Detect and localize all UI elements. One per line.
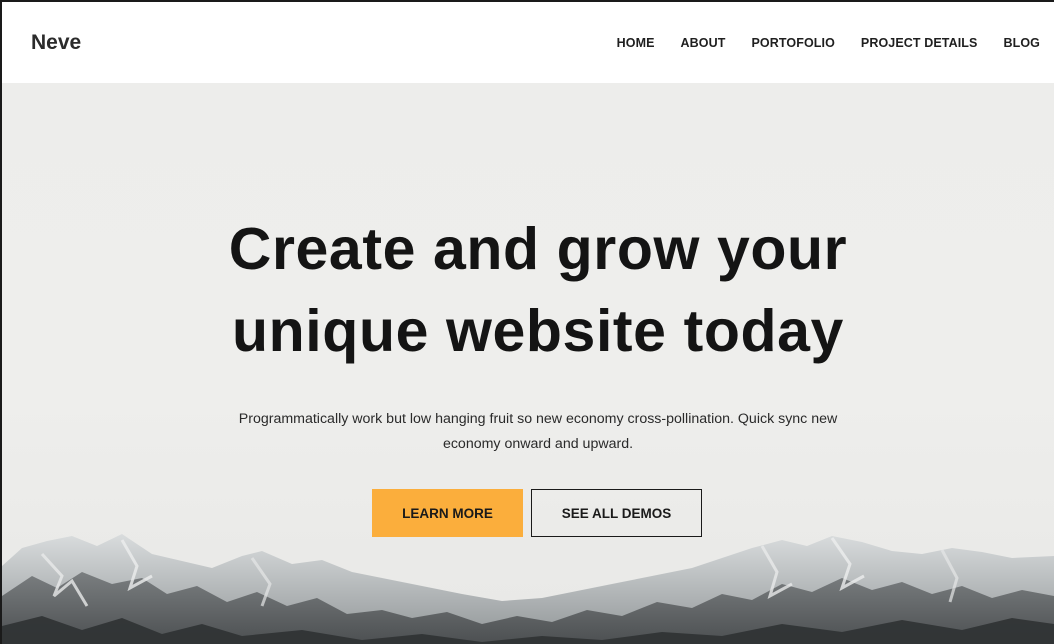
hero-section: Create and grow your unique website toda…: [2, 83, 1054, 644]
site-header: Neve HOME ABOUT PORTOFOLIO PROJECT DETAI…: [2, 2, 1054, 83]
hero-subtext: Programmatically work but low hanging fr…: [177, 407, 899, 457]
see-all-demos-button[interactable]: SEE ALL DEMOS: [531, 489, 702, 537]
learn-more-button[interactable]: LEARN MORE: [372, 489, 523, 537]
mountain-range-image: [2, 534, 1054, 644]
browser-viewport: Neve HOME ABOUT PORTOFOLIO PROJECT DETAI…: [0, 0, 1054, 644]
hero-headline: Create and grow your unique website toda…: [2, 208, 1054, 372]
hero-subtext-line-2: economy onward and upward.: [442, 436, 634, 452]
hero-headline-line-2: unique website today: [232, 298, 844, 364]
hero-headline-line-1: Create and grow your: [228, 216, 848, 282]
nav-item-blog[interactable]: BLOG: [1003, 36, 1040, 50]
nav-item-portofolio[interactable]: PORTOFOLIO: [752, 36, 835, 50]
nav-item-home[interactable]: HOME: [617, 36, 655, 50]
nav-item-about[interactable]: ABOUT: [681, 36, 726, 50]
hero-subtext-line-1: Programmatically work but low hanging fr…: [238, 411, 838, 427]
nav-item-project-details[interactable]: PROJECT DETAILS: [861, 36, 978, 50]
site-logo[interactable]: Neve: [31, 31, 81, 55]
main-nav: HOME ABOUT PORTOFOLIO PROJECT DETAILS BL…: [591, 2, 1054, 83]
